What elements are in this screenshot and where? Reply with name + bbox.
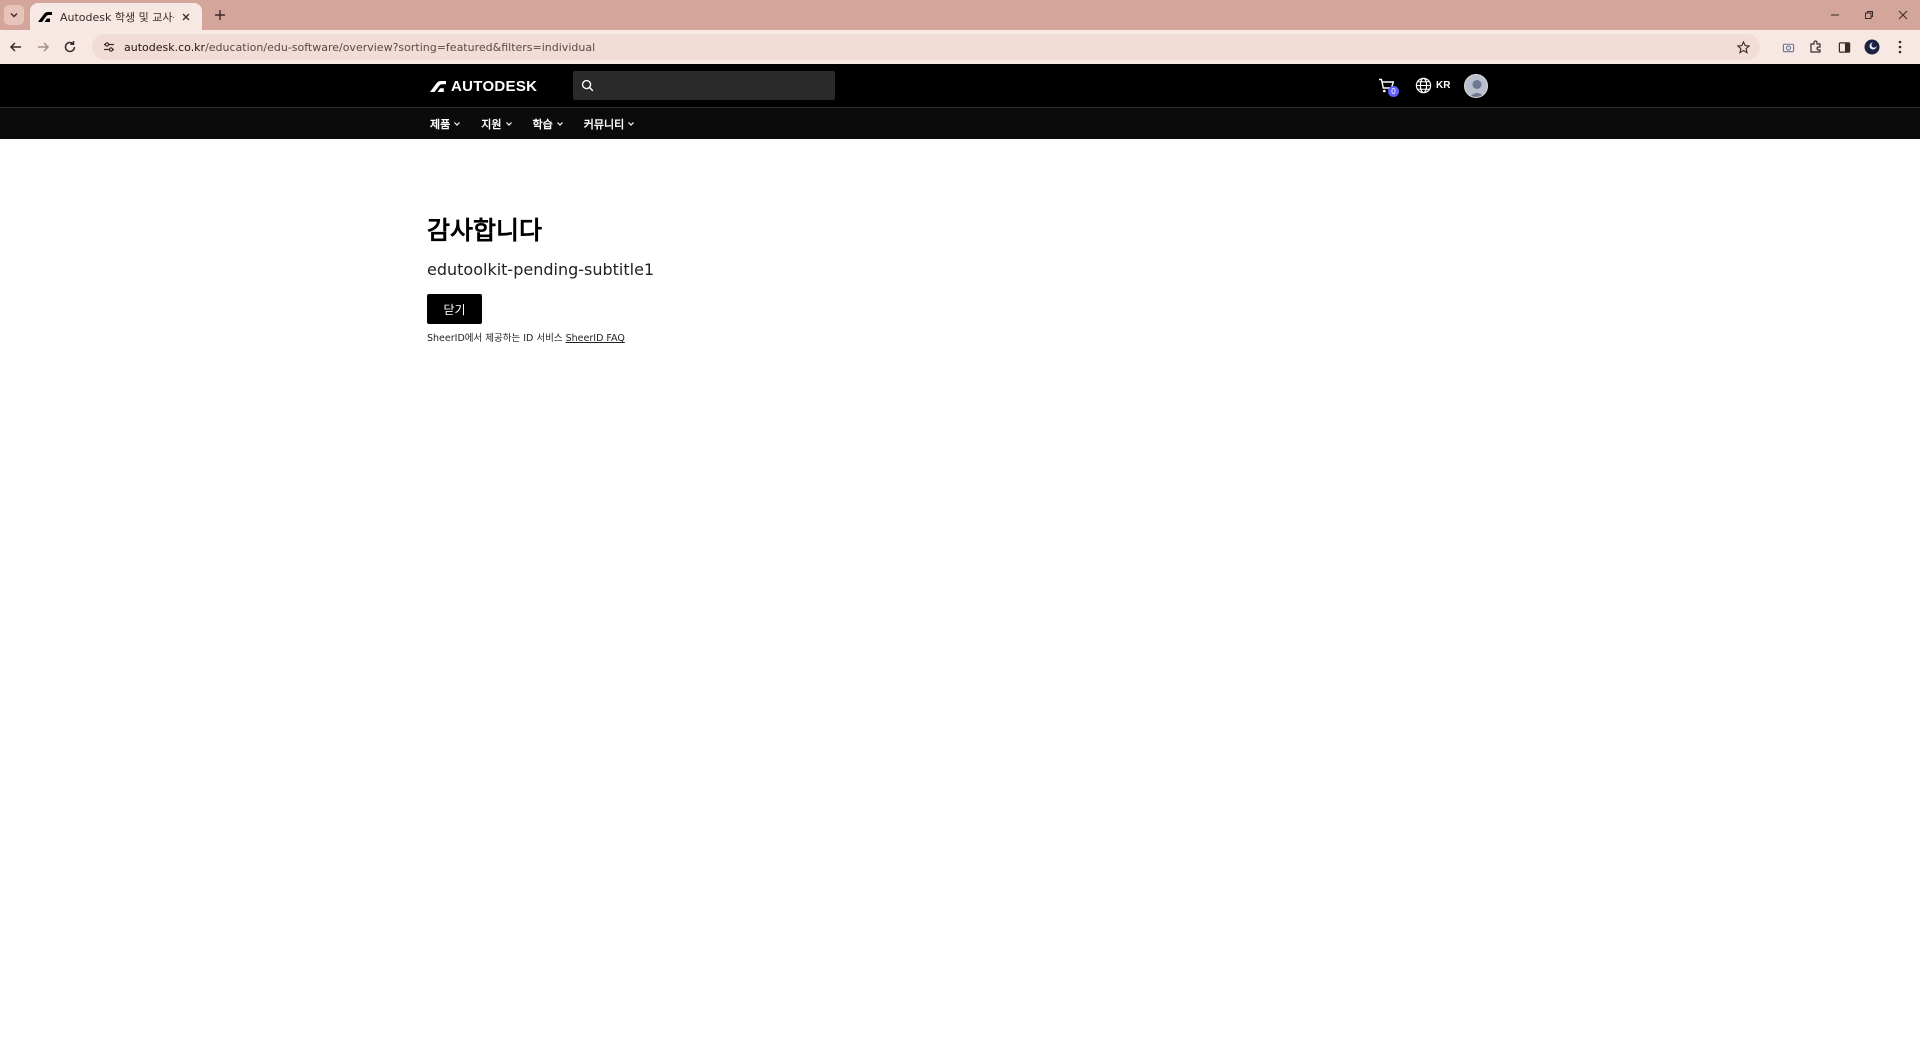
close-button[interactable]: 닫기 <box>427 294 482 324</box>
sheerid-footnote: SheerID에서 제공하는 ID 서비스 SheerID FAQ <box>427 332 1227 346</box>
new-tab-button[interactable] <box>210 5 230 25</box>
page-subtitle: edutoolkit-pending-subtitle1 <box>427 260 655 279</box>
side-panel-button[interactable] <box>1830 33 1858 61</box>
url-domain: autodesk.co.kr <box>124 40 206 54</box>
window-close-button[interactable] <box>1886 0 1920 30</box>
nav-item-label: 학습 <box>532 118 553 131</box>
puzzle-icon <box>1810 40 1821 53</box>
back-button[interactable] <box>4 35 28 59</box>
nav-item-label: 지원 <box>481 118 502 131</box>
chevron-down-icon <box>556 120 564 128</box>
chevron-down-icon <box>627 120 635 128</box>
tune-icon <box>104 42 114 52</box>
nav-item-support[interactable]: 지원 <box>481 116 512 132</box>
reload-icon <box>64 41 76 53</box>
browser-toolbar: autodesk.co.kr/education/edu-software/ov… <box>0 30 1920 64</box>
forward-button[interactable] <box>31 35 55 59</box>
star-icon <box>1736 40 1750 54</box>
minimize-icon <box>1831 14 1839 16</box>
url-text: autodesk.co.kr/education/edu-software/ov… <box>124 41 595 54</box>
user-avatar-icon <box>1465 74 1488 97</box>
arrow-left-icon <box>9 42 21 52</box>
plus-icon <box>215 10 225 20</box>
cart-count-badge: 0 <box>1388 85 1399 97</box>
header-actions: 0 KR <box>1375 72 1489 99</box>
nav-item-label: 커뮤니티 <box>583 118 625 131</box>
autodesk-favicon-icon <box>38 10 52 24</box>
search-input[interactable] <box>594 71 835 100</box>
chevron-down-icon <box>10 13 18 18</box>
nav-item-label: 제품 <box>430 118 451 131</box>
profile-button[interactable] <box>1858 33 1886 61</box>
autodesk-logo[interactable]: AUTODESK <box>430 78 537 95</box>
user-avatar[interactable] <box>1464 73 1489 98</box>
nav-item-community[interactable]: 커뮤니티 <box>584 116 635 132</box>
nav-item-products[interactable]: 제품 <box>430 116 461 132</box>
tab-close-button[interactable] <box>178 9 194 25</box>
chevron-down-icon <box>453 120 461 128</box>
site-info-button[interactable] <box>100 38 118 56</box>
profile-avatar-icon <box>1864 39 1880 55</box>
browser-tab-bar: Autodesk 학생 및 교사용 액세 <box>0 0 1920 30</box>
window-controls <box>1818 0 1920 30</box>
search-icon <box>581 79 594 92</box>
tab-search-button[interactable] <box>4 5 24 25</box>
site-header: AUTODESK 0 KR <box>0 64 1920 107</box>
chevron-down-icon <box>505 120 513 128</box>
nav-item-learning[interactable]: 학습 <box>533 116 564 132</box>
url-path: /education/edu-software/overview?sorting… <box>205 40 596 54</box>
browser-tab[interactable]: Autodesk 학생 및 교사용 액세 <box>30 3 202 30</box>
reload-button[interactable] <box>58 35 82 59</box>
restore-icon <box>1865 11 1873 19</box>
close-icon <box>1898 10 1908 20</box>
brand-text: AUTODESK <box>451 78 538 95</box>
bookmark-button[interactable] <box>1734 38 1752 56</box>
toolbar-actions <box>1774 30 1920 64</box>
locale-selector[interactable]: KR <box>1415 77 1450 94</box>
arrow-right-icon <box>38 42 50 52</box>
side-panel-icon <box>1838 41 1850 53</box>
site-search[interactable] <box>573 71 835 100</box>
extensions-button[interactable] <box>1802 33 1830 61</box>
nav-items: 제품 지원 학습 커뮤니티 <box>430 108 655 140</box>
globe-icon <box>1415 77 1432 94</box>
tab-title: Autodesk 학생 및 교사용 액세 <box>60 10 174 24</box>
autodesk-logo-icon <box>430 81 446 92</box>
restore-button[interactable] <box>1852 0 1886 30</box>
main-content: 감사합니다 edutoolkit-pending-subtitle1 닫기 Sh… <box>427 214 1227 346</box>
locale-code: KR <box>1436 80 1451 91</box>
minimize-button[interactable] <box>1818 0 1852 30</box>
camera-icon <box>1782 43 1794 52</box>
cart-button[interactable]: 0 <box>1375 74 1399 98</box>
site-nav: 제품 지원 학습 커뮤니티 <box>0 107 1920 139</box>
footnote-text: SheerID에서 제공하는 ID 서비스 <box>427 333 566 344</box>
close-icon <box>182 13 190 20</box>
sheerid-faq-link[interactable]: SheerID FAQ <box>566 333 625 344</box>
page-title: 감사합니다 <box>427 216 543 245</box>
browser-menu-button[interactable] <box>1886 33 1914 61</box>
more-vertical-icon <box>1898 40 1902 54</box>
screenshot-button[interactable] <box>1774 33 1802 61</box>
address-bar[interactable]: autodesk.co.kr/education/edu-software/ov… <box>92 34 1760 60</box>
